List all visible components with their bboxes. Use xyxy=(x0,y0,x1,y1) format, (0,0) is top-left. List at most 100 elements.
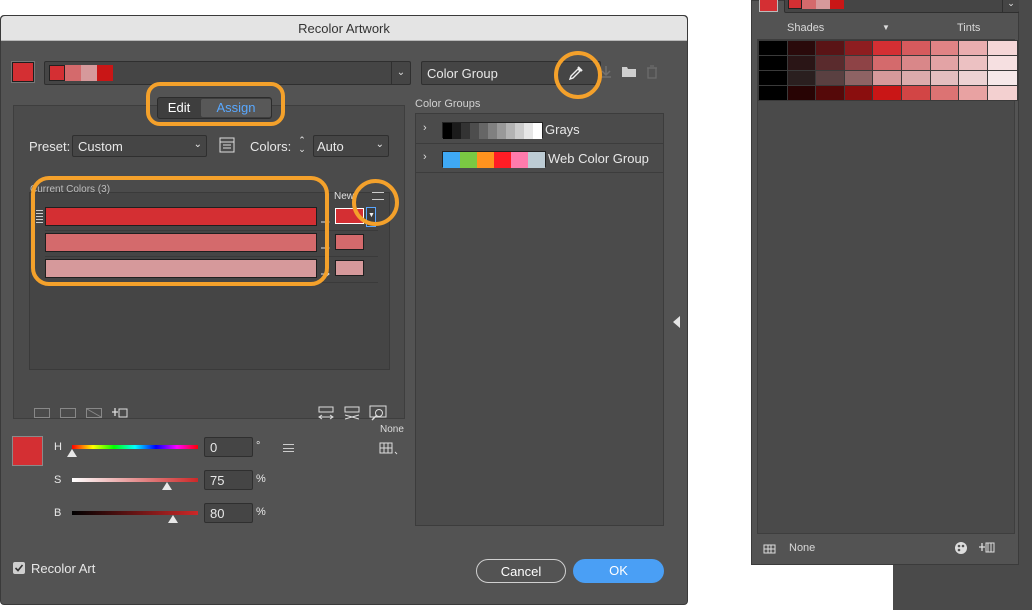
current-color-bar[interactable] xyxy=(45,259,317,278)
chevron-down-icon[interactable]: ⌄ xyxy=(1002,0,1019,12)
guide-swatch[interactable] xyxy=(758,55,789,71)
guide-swatch[interactable] xyxy=(786,70,818,86)
new-color-swatch[interactable] xyxy=(335,260,364,276)
guide-swatch[interactable] xyxy=(786,55,818,71)
save-group-icon[interactable] xyxy=(599,65,613,79)
guide-swatch[interactable] xyxy=(929,55,961,71)
save-to-swatches-icon[interactable] xyxy=(979,541,995,554)
new-color-dropdown-button[interactable]: ▼ xyxy=(366,207,376,227)
exclude-colors-icon[interactable] xyxy=(86,408,102,418)
guide-strip-field[interactable]: ⌄ xyxy=(784,0,1020,13)
new-color-swatch[interactable] xyxy=(335,234,364,250)
guide-swatch[interactable] xyxy=(815,55,847,71)
guide-swatch[interactable] xyxy=(929,40,961,56)
color-reduction-options-icon[interactable] xyxy=(219,137,235,153)
guide-swatch[interactable] xyxy=(815,85,847,101)
menu-icon[interactable] xyxy=(372,192,384,200)
guide-swatch[interactable] xyxy=(843,55,875,71)
cancel-button[interactable]: Cancel xyxy=(476,559,566,583)
arrow-icon[interactable] xyxy=(321,240,331,251)
randomly-change-saturation-icon[interactable] xyxy=(343,406,361,420)
group-swatch xyxy=(443,123,452,139)
colors-select[interactable]: Auto ⌄ xyxy=(313,135,389,157)
tab-assign[interactable]: Assign xyxy=(201,99,271,117)
guide-swatch[interactable] xyxy=(758,40,789,56)
colors-stepper-icon[interactable]: ⌃ ⌄ xyxy=(297,136,307,156)
group-swatch xyxy=(533,123,542,139)
guide-swatch[interactable] xyxy=(901,85,932,101)
guide-swatch[interactable] xyxy=(986,55,1018,71)
variation-dropdown-icon[interactable]: ▼ xyxy=(882,23,890,32)
slider-value-input[interactable]: 80 xyxy=(204,503,253,523)
chevron-right-icon[interactable]: › xyxy=(423,151,427,163)
row-handle-icon[interactable] xyxy=(36,210,43,224)
guide-swatch[interactable] xyxy=(843,40,875,56)
randomly-change-color-order-icon[interactable] xyxy=(317,406,335,420)
guide-swatch[interactable] xyxy=(872,55,904,71)
guide-swatch[interactable] xyxy=(786,85,818,101)
strip-swatch xyxy=(65,65,81,81)
base-color-swatch[interactable] xyxy=(759,0,778,12)
find-colors-icon[interactable] xyxy=(369,405,387,421)
eyedropper-icon[interactable] xyxy=(567,64,585,82)
slider-thumb[interactable] xyxy=(167,515,178,523)
guide-swatch[interactable] xyxy=(815,70,847,86)
new-color-swatch[interactable] xyxy=(335,208,364,224)
main-color-swatch[interactable] xyxy=(11,61,35,83)
arrow-icon[interactable] xyxy=(321,214,331,225)
guide-swatch[interactable] xyxy=(843,70,875,86)
slider-value-input[interactable]: 0 xyxy=(204,437,253,457)
guide-swatch[interactable] xyxy=(986,40,1018,56)
group-swatch xyxy=(452,123,461,139)
merge-colors-icon[interactable] xyxy=(34,408,50,418)
dialog-titlebar[interactable]: Recolor Artwork xyxy=(1,16,687,41)
recolor-art-checkbox[interactable] xyxy=(13,562,25,574)
slider-track[interactable] xyxy=(72,478,198,482)
guide-swatch[interactable] xyxy=(872,70,904,86)
arrow-icon[interactable] xyxy=(321,266,331,277)
slider-thumb[interactable] xyxy=(67,449,77,457)
preset-select[interactable]: Custom ⌄ xyxy=(72,135,207,157)
slider-value-input[interactable]: 75 xyxy=(204,470,253,490)
guide-swatch[interactable] xyxy=(929,85,961,101)
guide-swatch[interactable] xyxy=(872,85,904,101)
guide-swatch[interactable] xyxy=(958,85,990,101)
current-color-bar[interactable] xyxy=(45,233,317,252)
guide-swatch[interactable] xyxy=(901,55,932,71)
guide-swatch[interactable] xyxy=(958,55,990,71)
collapse-panel-arrow-icon[interactable] xyxy=(673,316,680,328)
guide-swatch[interactable] xyxy=(758,70,789,86)
selected-color-swatch[interactable] xyxy=(12,436,43,466)
chevron-down-icon[interactable]: ⌄ xyxy=(391,62,410,84)
harmony-strip-field[interactable]: ⌄ xyxy=(44,61,411,85)
color-mode-menu-icon[interactable] xyxy=(283,444,294,452)
color-group-row[interactable]: › Grays xyxy=(416,116,663,144)
slider-thumb[interactable] xyxy=(161,482,172,490)
guide-swatch[interactable] xyxy=(786,40,818,56)
edit-colors-icon[interactable] xyxy=(763,543,779,554)
guide-swatch[interactable] xyxy=(929,70,961,86)
chevron-right-icon[interactable]: › xyxy=(423,122,427,134)
guide-swatch[interactable] xyxy=(901,40,932,56)
slider-track[interactable] xyxy=(72,445,198,449)
guide-swatch[interactable] xyxy=(843,85,875,101)
recolor-artwork-icon[interactable] xyxy=(954,541,968,555)
ok-button[interactable]: OK xyxy=(573,559,664,583)
guide-swatch[interactable] xyxy=(758,85,789,101)
tab-edit[interactable]: Edit xyxy=(159,99,199,117)
guide-swatch[interactable] xyxy=(958,70,990,86)
guide-swatch[interactable] xyxy=(815,40,847,56)
swatch-libraries-icon[interactable] xyxy=(379,441,399,455)
separate-colors-icon[interactable] xyxy=(60,408,76,418)
current-color-bar[interactable] xyxy=(45,207,317,226)
slider-track[interactable] xyxy=(72,511,198,515)
folder-icon[interactable] xyxy=(621,66,637,78)
guide-swatch[interactable] xyxy=(872,40,904,56)
guide-swatch[interactable] xyxy=(958,40,990,56)
guide-swatch[interactable] xyxy=(986,85,1018,101)
trash-icon[interactable] xyxy=(646,65,658,79)
guide-swatch[interactable] xyxy=(901,70,932,86)
color-group-row[interactable]: › Web Color Group xyxy=(416,145,663,173)
guide-swatch[interactable] xyxy=(986,70,1018,86)
new-row-icon[interactable] xyxy=(112,406,128,419)
